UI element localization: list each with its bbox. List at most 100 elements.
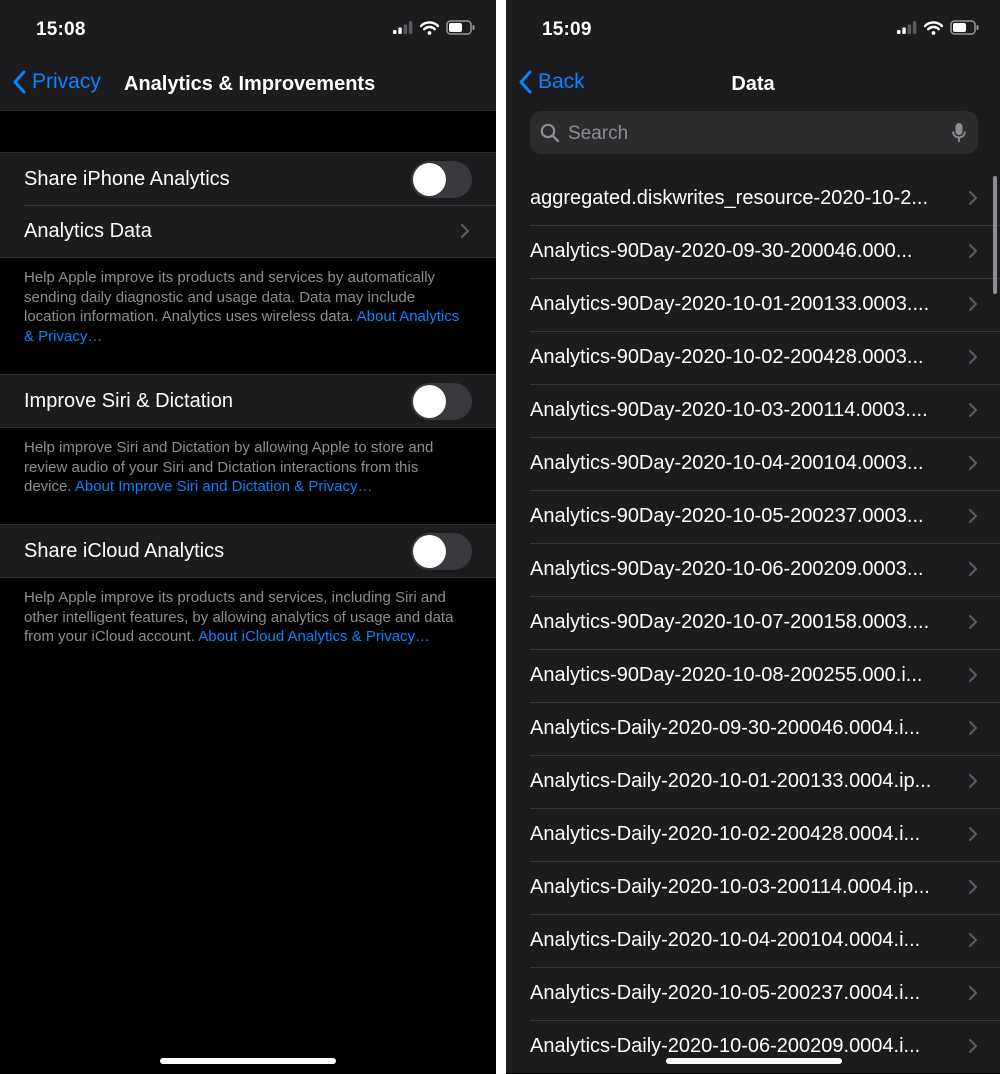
wifi-icon	[420, 20, 439, 35]
chevron-right-icon	[968, 985, 978, 1001]
file-row[interactable]: Analytics-90Day-2020-10-06-200209.0003..…	[506, 543, 1000, 596]
back-button[interactable]: Privacy	[12, 70, 101, 94]
toggle-knob	[413, 385, 446, 418]
analytics-data-row[interactable]: Analytics Data	[0, 205, 496, 257]
file-name: Analytics-Daily-2020-10-02-200428.0004.i…	[530, 823, 921, 845]
file-row[interactable]: Analytics-90Day-2020-10-04-200104.0003..…	[506, 437, 1000, 490]
chevron-right-icon	[968, 455, 978, 471]
chevron-right-icon	[968, 773, 978, 789]
file-row[interactable]: Analytics-90Day-2020-10-03-200114.0003..…	[506, 384, 1000, 437]
battery-icon	[446, 20, 475, 35]
chevron-right-icon	[968, 826, 978, 842]
share-icloud-analytics-row: Share iCloud Analytics	[0, 525, 496, 577]
cellular-signal-icon	[897, 21, 917, 34]
file-row[interactable]: Analytics-90Day-2020-09-30-200046.000...	[506, 225, 1000, 278]
file-name: Analytics-90Day-2020-10-05-200237.0003..…	[530, 505, 924, 527]
analytics-data-label: Analytics Data	[24, 219, 152, 242]
search-input[interactable]	[566, 111, 910, 156]
scrollbar[interactable]	[993, 176, 997, 294]
status-icons	[897, 20, 980, 35]
file-name: aggregated.diskwrites_resource-2020-10-2…	[530, 187, 928, 209]
back-button-label: Privacy	[32, 70, 101, 93]
file-row[interactable]: Analytics-Daily-2020-09-30-200046.0004.i…	[506, 702, 1000, 755]
toggle-knob	[413, 163, 446, 196]
chevron-right-icon	[968, 932, 978, 948]
file-name: Analytics-90Day-2020-10-06-200209.0003..…	[530, 558, 924, 580]
search-field[interactable]	[530, 111, 978, 156]
navigation-bar: Back Data	[506, 60, 1000, 110]
microphone-icon[interactable]	[952, 122, 966, 144]
chevron-left-icon	[13, 70, 26, 94]
file-row[interactable]: Analytics-Daily-2020-10-04-200104.0004.i…	[506, 914, 1000, 967]
chevron-right-icon	[968, 190, 978, 206]
improve-siri-toggle[interactable]	[411, 383, 472, 420]
file-name: Analytics-90Day-2020-10-02-200428.0003..…	[530, 346, 924, 368]
home-indicator[interactable]	[666, 1058, 842, 1064]
chevron-right-icon	[968, 1038, 978, 1054]
file-name: Analytics-Daily-2020-10-05-200237.0004.i…	[530, 982, 921, 1004]
file-name: Analytics-Daily-2020-10-06-200209.0004.i…	[530, 1035, 921, 1057]
chevron-right-icon	[968, 243, 978, 259]
improve-siri-row: Improve Siri & Dictation	[0, 375, 496, 427]
file-name: Analytics-90Day-2020-10-04-200104.0003..…	[530, 452, 924, 474]
file-row[interactable]: Analytics-Daily-2020-10-05-200237.0004.i…	[506, 967, 1000, 1020]
file-name: Analytics-Daily-2020-10-04-200104.0004.i…	[530, 929, 921, 951]
search-bar	[506, 110, 1000, 172]
share-icloud-analytics-label: Share iCloud Analytics	[24, 539, 225, 562]
file-name: Analytics-90Day-2020-10-07-200158.0003..…	[530, 611, 930, 633]
file-row[interactable]: Analytics-90Day-2020-10-08-200255.000.i.…	[506, 649, 1000, 702]
file-row[interactable]: Analytics-90Day-2020-10-01-200133.0003..…	[506, 278, 1000, 331]
siri-group: Improve Siri & Dictation	[0, 374, 496, 428]
page-title: Analytics & Improvements	[124, 73, 376, 95]
page-title: Data	[731, 73, 775, 95]
icloud-group: Share iCloud Analytics	[0, 524, 496, 578]
share-icloud-analytics-toggle[interactable]	[411, 533, 472, 570]
share-iphone-analytics-toggle[interactable]	[411, 161, 472, 198]
toggle-knob	[413, 535, 446, 568]
improve-siri-label: Improve Siri & Dictation	[24, 389, 233, 412]
about-siri-privacy-link[interactable]: About Improve Siri and Dictation & Priva…	[75, 478, 373, 495]
file-row[interactable]: Analytics-Daily-2020-10-06-200209.0004.i…	[506, 1020, 1000, 1073]
file-name: Analytics-Daily-2020-09-30-200046.0004.i…	[530, 717, 921, 739]
chevron-right-icon	[968, 879, 978, 895]
file-name: Analytics-90Day-2020-10-01-200133.0003..…	[530, 293, 930, 315]
chevron-right-icon	[968, 402, 978, 418]
analytics-screen: 15:08 Privacy Analytics & Improvements S…	[0, 0, 496, 1074]
chevron-right-icon	[968, 667, 978, 683]
battery-icon	[950, 20, 979, 35]
share-iphone-analytics-row: Share iPhone Analytics	[0, 153, 496, 205]
status-time: 15:08	[36, 19, 86, 40]
search-icon	[540, 123, 560, 143]
file-row[interactable]: Analytics-90Day-2020-10-02-200428.0003..…	[506, 331, 1000, 384]
chevron-right-icon	[460, 223, 470, 239]
icloud-footer: Help Apple improve its products and serv…	[24, 588, 470, 647]
file-row[interactable]: Analytics-90Day-2020-10-05-200237.0003..…	[506, 490, 1000, 543]
file-row[interactable]: Analytics-Daily-2020-10-03-200114.0004.i…	[506, 861, 1000, 914]
home-indicator[interactable]	[160, 1058, 336, 1064]
navigation-bar: Privacy Analytics & Improvements	[0, 60, 496, 111]
chevron-right-icon	[968, 349, 978, 365]
file-row[interactable]: Analytics-Daily-2020-10-01-200133.0004.i…	[506, 755, 1000, 808]
file-name: Analytics-Daily-2020-10-03-200114.0004.i…	[530, 876, 930, 898]
file-name: Analytics-Daily-2020-10-01-200133.0004.i…	[530, 770, 932, 792]
file-row[interactable]: Analytics-90Day-2020-10-07-200158.0003..…	[506, 596, 1000, 649]
data-screen: 15:09 Back Data Search aggregated.diskwr…	[506, 0, 1000, 1074]
chevron-right-icon	[968, 561, 978, 577]
chevron-right-icon	[968, 296, 978, 312]
file-name: Analytics-90Day-2020-09-30-200046.000...	[530, 240, 913, 262]
file-row[interactable]: aggregated.diskwrites_resource-2020-10-2…	[506, 172, 1000, 225]
chevron-right-icon	[968, 614, 978, 630]
share-iphone-analytics-label: Share iPhone Analytics	[24, 167, 230, 190]
about-icloud-analytics-privacy-link[interactable]: About iCloud Analytics & Privacy…	[198, 628, 430, 645]
file-name: Analytics-90Day-2020-10-03-200114.0003..…	[530, 399, 928, 421]
analytics-footer: Help Apple improve its products and serv…	[24, 268, 470, 346]
siri-footer: Help improve Siri and Dictation by allow…	[24, 438, 470, 497]
chevron-right-icon	[968, 720, 978, 736]
status-bar: 15:09	[506, 0, 1000, 60]
cellular-signal-icon	[393, 21, 413, 34]
status-time: 15:09	[542, 19, 592, 40]
status-icons	[393, 20, 476, 35]
file-row[interactable]: Analytics-Daily-2020-10-02-200428.0004.i…	[506, 808, 1000, 861]
file-list: aggregated.diskwrites_resource-2020-10-2…	[506, 172, 1000, 1073]
wifi-icon	[924, 20, 943, 35]
